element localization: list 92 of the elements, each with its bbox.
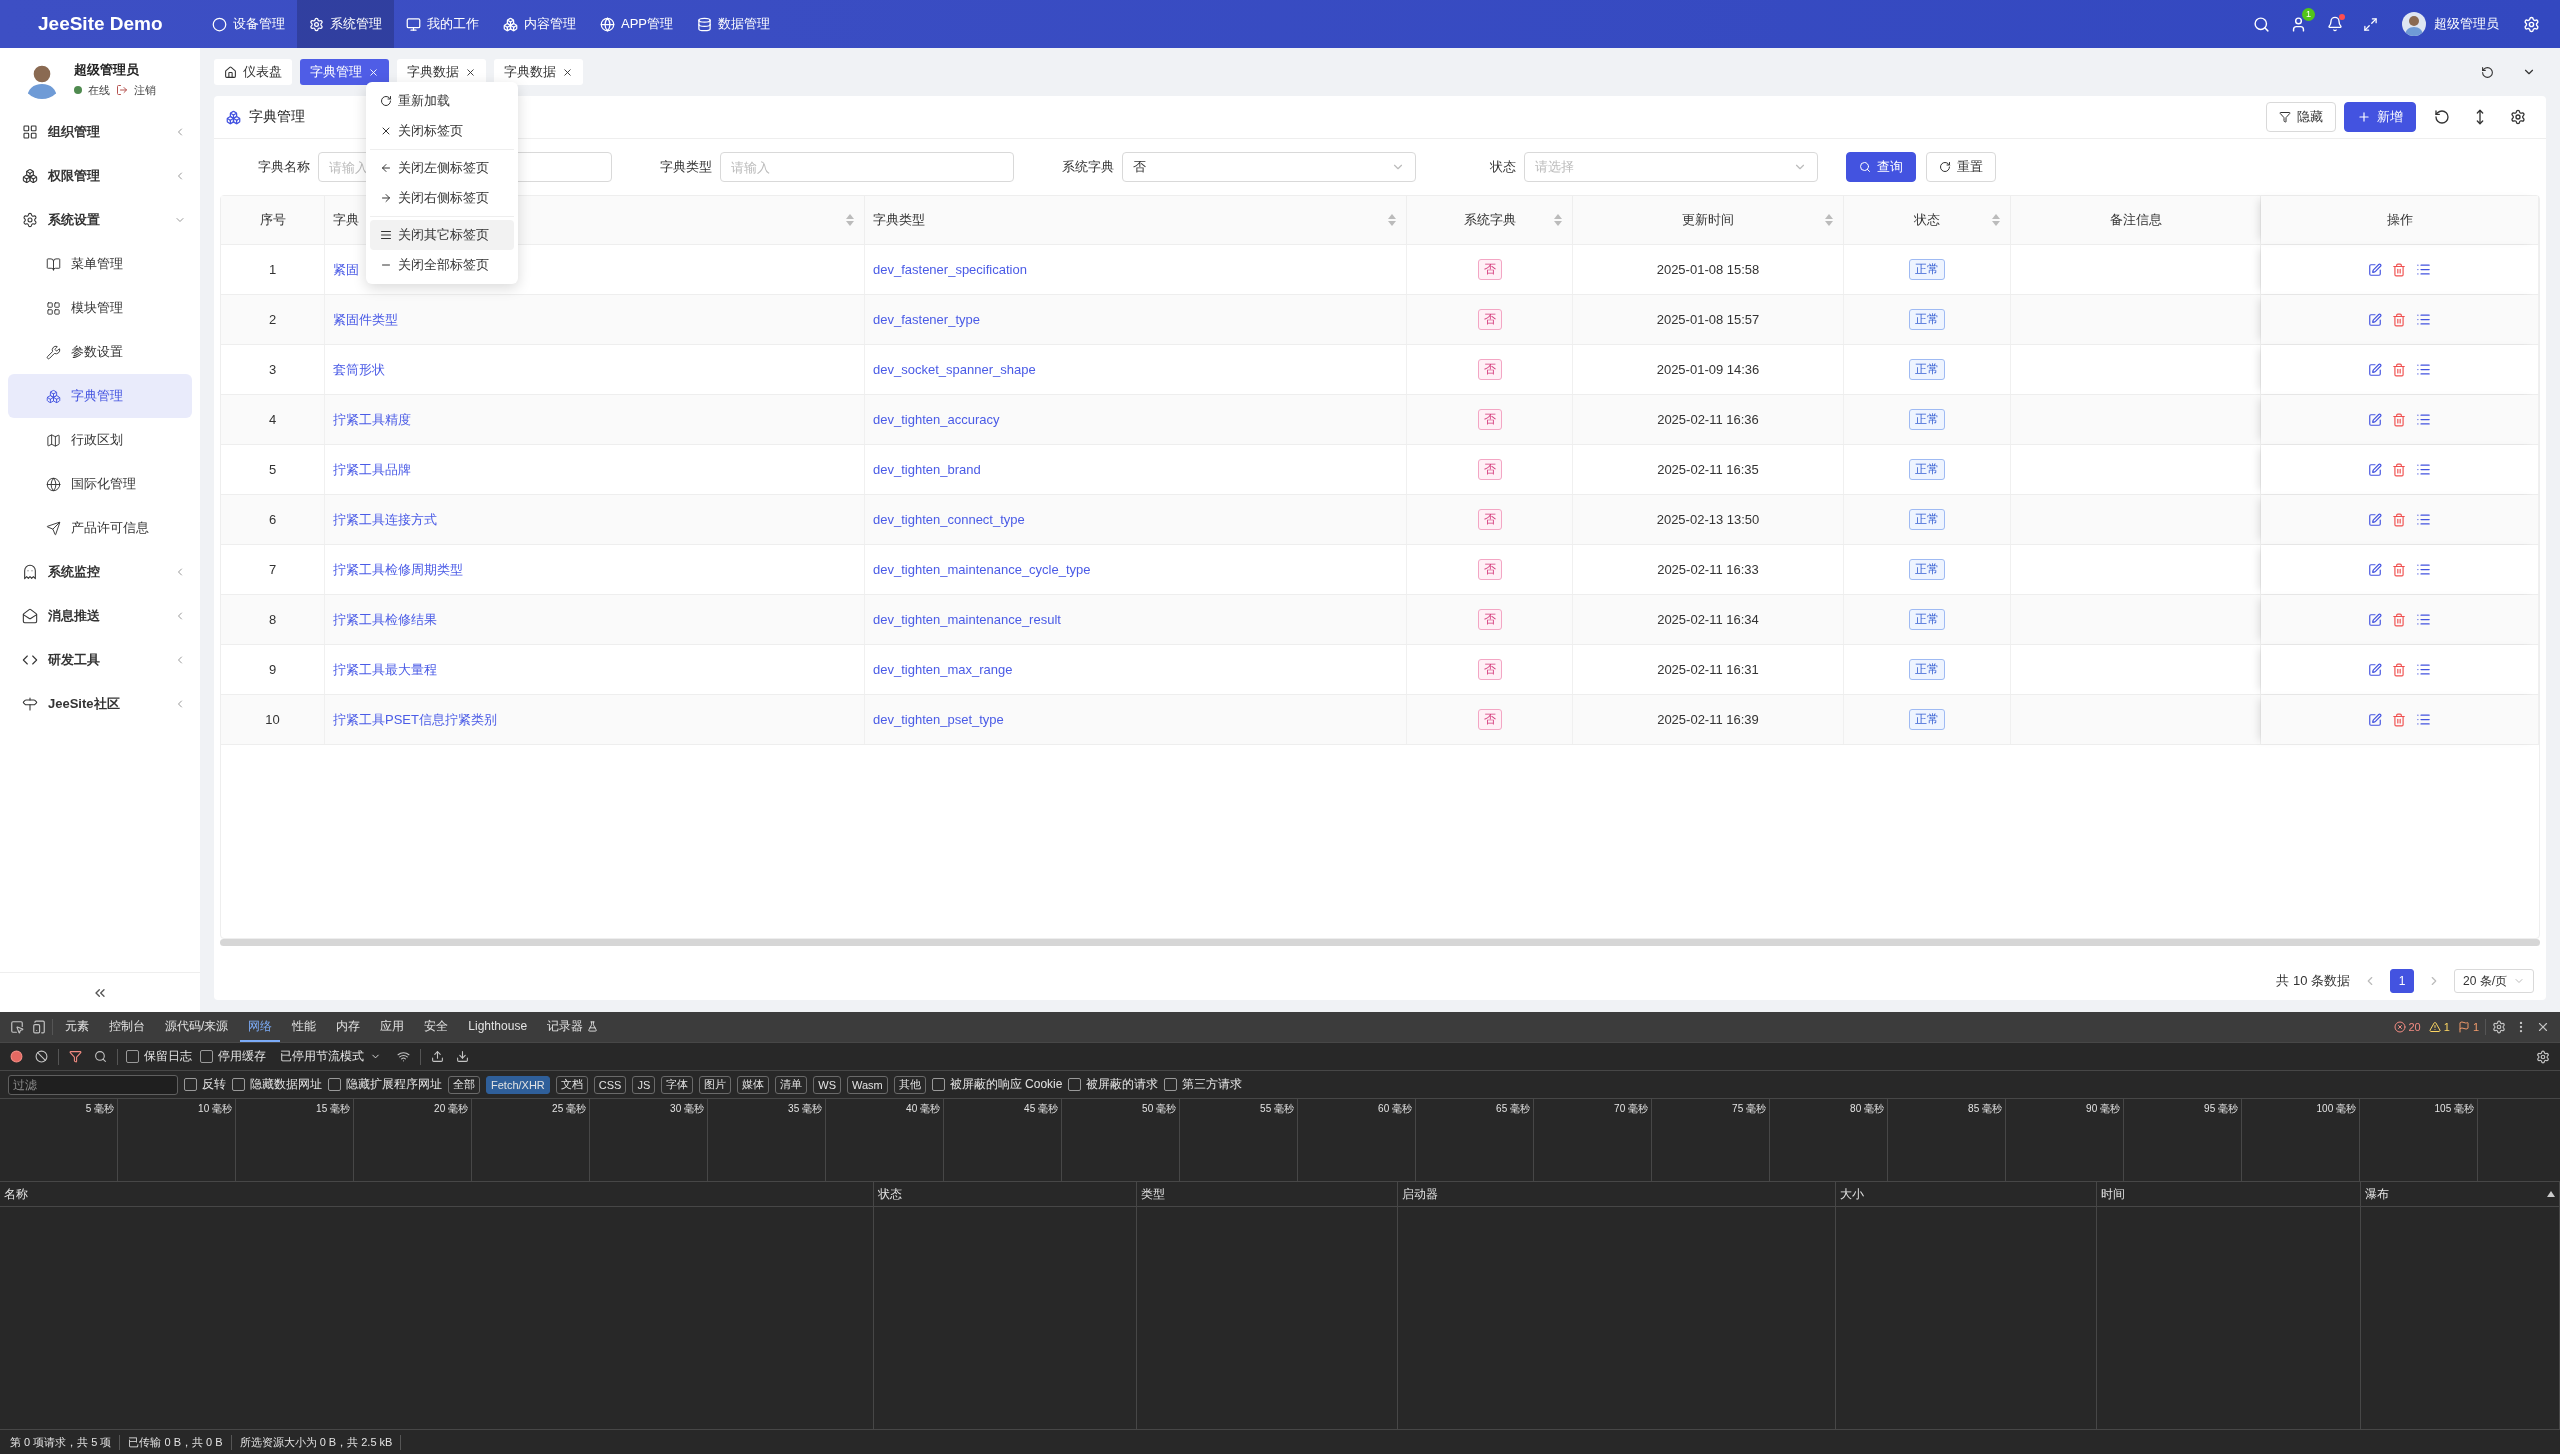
table-cell: 9 (268, 662, 277, 677)
system-tag: 否 (1477, 309, 1502, 330)
tick-label: 15 毫秒 (316, 1102, 350, 1114)
tick-label: 30 毫秒 (670, 1102, 704, 1114)
system-tag: 否 (1477, 259, 1502, 280)
system-tag: 否 (1477, 609, 1502, 630)
table-cell: 2025-01-09 14:36 (1656, 362, 1760, 377)
table-cell: 3 (268, 362, 277, 377)
field-label: 系统字典 (1061, 158, 1114, 176)
tick-label: 25 毫秒 (552, 1102, 586, 1114)
tick-label: 35 毫秒 (788, 1102, 822, 1114)
status-tag: 正常 (1909, 309, 1945, 330)
system-tag: 否 (1477, 709, 1502, 730)
system-tag: 否 (1477, 459, 1502, 480)
system-tag: 否 (1477, 409, 1502, 430)
system-tag: 否 (1477, 509, 1502, 530)
tick-label: 80 毫秒 (1850, 1102, 1884, 1114)
column-header: 备注信息 (2011, 196, 2261, 244)
system-tag: 否 (1477, 559, 1502, 580)
status-tag: 正常 (1909, 259, 1945, 280)
table-cell: 7 (268, 562, 277, 577)
tick-label: 10 毫秒 (198, 1102, 232, 1114)
column-header: 状态 (878, 1185, 902, 1203)
table-cell: 6 (268, 512, 277, 527)
table-cell: 2025-01-08 15:57 (1656, 312, 1760, 327)
system-tag: 否 (1477, 359, 1502, 380)
table-cell: 2025-02-11 16:39 (1657, 712, 1759, 727)
column-header: 类型 (1141, 1185, 1165, 1203)
column-header: 大小 (1840, 1185, 1864, 1203)
checkbox-label: 隐藏数据网址 (250, 1076, 322, 1093)
field-label: 字典名称 (257, 158, 310, 176)
count-badge: 1 (2302, 7, 2315, 21)
status-tag: 正常 (1909, 509, 1945, 530)
column-header: 启动器 (1402, 1185, 1438, 1203)
tick-label: 65 毫秒 (1496, 1102, 1530, 1114)
column-header: 操作 (2261, 196, 2539, 244)
system-tag: 否 (1477, 659, 1502, 680)
status-tag: 正常 (1909, 659, 1945, 680)
tick-label: 45 毫秒 (1024, 1102, 1058, 1114)
table-cell: 2025-02-11 16:34 (1657, 612, 1759, 627)
tick-label: 90 毫秒 (2086, 1102, 2120, 1114)
status-text: 在线 (88, 82, 110, 98)
tick-label: 95 毫秒 (2204, 1102, 2238, 1114)
tick-label: 60 毫秒 (1378, 1102, 1412, 1114)
tick-label: 55 毫秒 (1260, 1102, 1294, 1114)
tick-label: 70 毫秒 (1614, 1102, 1648, 1114)
checkbox-label: 被屏蔽的响应 Cookie (949, 1076, 1063, 1093)
tick-label: 85 毫秒 (1968, 1102, 2002, 1114)
column-header: 时间 (2101, 1185, 2125, 1203)
table-cell: 2025-02-11 16:31 (1657, 662, 1759, 677)
checkbox-label: 隐藏扩展程序网址 (346, 1076, 442, 1093)
table-cell: 2025-02-13 13:50 (1656, 512, 1760, 527)
status-tag: 正常 (1909, 609, 1945, 630)
checkbox-label: 反转 (202, 1076, 226, 1093)
status-tag: 正常 (1909, 359, 1945, 380)
table-cell: 4 (268, 412, 277, 427)
status-tag: 正常 (1909, 559, 1945, 580)
brand-logo: JeeSite Demo (37, 13, 164, 35)
user-name: 超级管理员 (74, 60, 140, 79)
checkbox-label: 保留日志 (144, 1048, 192, 1065)
table-cell: 10 (265, 712, 280, 727)
page-title: 字典管理 (249, 108, 305, 126)
status-text: 已传输 0 B，共 0 B (120, 1434, 232, 1450)
column-header: 序号 (221, 196, 325, 244)
field-label: 状态 (1489, 158, 1516, 176)
table-cell: 2025-02-11 16:33 (1657, 562, 1759, 577)
checkbox-label: 被屏蔽的请求 (1086, 1076, 1159, 1093)
column-header: 名称 (4, 1185, 28, 1203)
status-text: 第 0 项请求，共 5 项 (2, 1434, 121, 1450)
tick-label: 105 毫秒 (2434, 1102, 2474, 1114)
status-tag: 正常 (1909, 709, 1945, 730)
tick-label: 5 毫秒 (85, 1102, 114, 1114)
total-count: 共 10 条数据 (2276, 972, 2350, 990)
tick-label: 50 毫秒 (1142, 1102, 1176, 1114)
table-cell: 2025-02-11 16:35 (1657, 462, 1759, 477)
status-tag: 正常 (1909, 409, 1945, 430)
table-cell: 1 (268, 262, 277, 277)
table-cell: 8 (268, 612, 277, 627)
status-tag: 正常 (1909, 459, 1945, 480)
tick-label: 100 毫秒 (2316, 1102, 2356, 1114)
status-text: 所选资源大小为 0 B，共 2.5 kB (231, 1434, 402, 1450)
field-label: 字典类型 (659, 158, 712, 176)
checkbox-label: 第三方请求 (1182, 1076, 1243, 1093)
table-cell: 5 (268, 462, 277, 477)
table-cell: 2025-01-08 15:58 (1656, 262, 1760, 277)
checkbox-label: 停用缓存 (218, 1048, 266, 1065)
table-cell: 2 (268, 312, 277, 327)
table-cell: 2025-02-11 16:36 (1657, 412, 1759, 427)
column-header: 瀑布 (2365, 1185, 2389, 1203)
tick-label: 20 毫秒 (434, 1102, 468, 1114)
tick-label: 75 毫秒 (1732, 1102, 1766, 1114)
tick-label: 40 毫秒 (906, 1102, 940, 1114)
